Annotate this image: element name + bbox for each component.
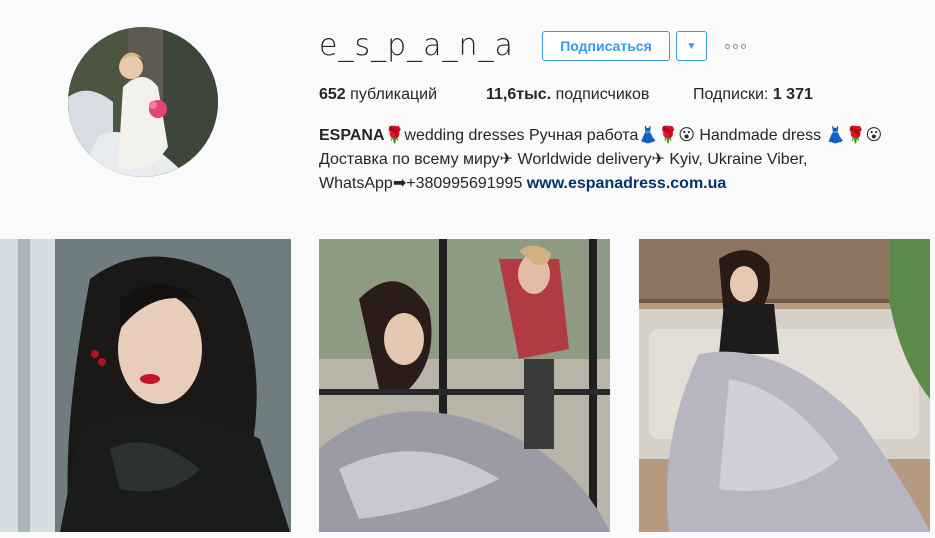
posts-stat: 652 публикаций xyxy=(319,86,437,104)
following-stat[interactable]: Подписки: 1 371 xyxy=(693,86,813,104)
avatar-image xyxy=(68,27,218,177)
following-label: Подписки: xyxy=(693,86,769,103)
posts-count: 652 xyxy=(319,86,346,103)
more-options-button[interactable] xyxy=(720,38,750,54)
suggestions-dropdown-button[interactable]: ▼ xyxy=(676,31,707,61)
chevron-down-icon: ▼ xyxy=(686,40,697,52)
post-thumbnail-3[interactable] xyxy=(639,239,930,532)
following-count: 1 371 xyxy=(772,86,813,103)
bio-line-1: ESPANA🌹wedding dresses Ручная работа👗🌹😮 … xyxy=(319,124,899,148)
post-image-1 xyxy=(0,239,291,532)
followers-count: 11,6тыс. xyxy=(486,86,552,103)
posts-label: публикаций xyxy=(350,86,438,103)
profile-bio: ESPANA🌹wedding dresses Ручная работа👗🌹😮 … xyxy=(319,124,899,196)
post-thumbnail-2[interactable] xyxy=(319,239,610,532)
bio-line-3: WhatsApp➡+380995691995 www.espanadress.c… xyxy=(319,172,899,196)
more-options-icon xyxy=(724,43,746,49)
post-thumbnail-1[interactable] xyxy=(0,239,291,532)
bio-website-link[interactable]: www.espanadress.com.ua xyxy=(527,175,726,192)
followers-stat[interactable]: 11,6тыс. подписчиков xyxy=(486,86,649,104)
bio-full-name: ESPANA xyxy=(319,127,385,144)
post-image-2 xyxy=(319,239,610,532)
profile-username: e_s_p_a_n_a xyxy=(319,28,514,63)
follow-button[interactable]: Подписаться xyxy=(542,31,670,61)
bio-text-2: Доставка по всему миру✈ Worldwide delive… xyxy=(319,151,808,168)
bio-text-1: 🌹wedding dresses Ручная работа👗🌹😮 Handma… xyxy=(384,127,883,144)
followers-label: подписчиков xyxy=(555,86,650,103)
bio-text-3: WhatsApp➡+380995691995 xyxy=(319,175,523,192)
profile-avatar[interactable] xyxy=(68,27,218,177)
post-image-3 xyxy=(639,239,930,532)
